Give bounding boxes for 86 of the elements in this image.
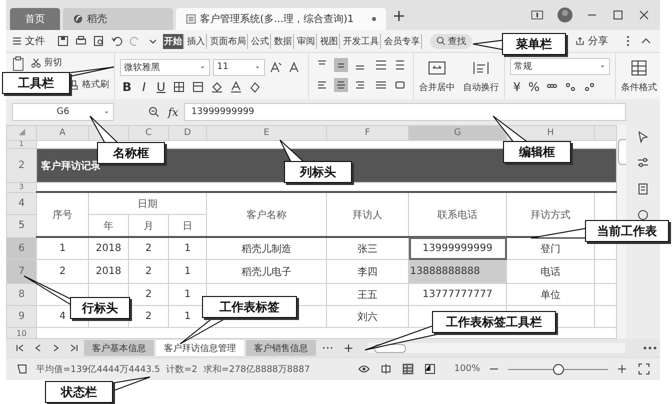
- add-sheet-button[interactable]: +: [339, 341, 358, 355]
- underline-button[interactable]: U: [154, 80, 168, 94]
- row-header[interactable]: 5: [6, 214, 36, 237]
- table-cell: 1: [59, 243, 66, 254]
- callout-label: 名称框: [97, 142, 165, 164]
- table-cell: 2: [145, 243, 152, 254]
- table-cell: 2018: [96, 266, 122, 277]
- share-button[interactable]: 分享: [575, 34, 608, 48]
- table-cell: 1: [184, 289, 191, 300]
- table-cell: 李四: [358, 266, 378, 278]
- table-cell: 2: [145, 311, 152, 322]
- menu-tab[interactable]: 会员专享: [383, 34, 422, 48]
- document-tab[interactable]: 稻壳: [63, 8, 173, 30]
- callout-label: 编辑框: [503, 141, 571, 163]
- percent-button[interactable]: %: [527, 80, 541, 94]
- merge-center-button[interactable]: 合并居中: [419, 58, 455, 94]
- count-text: 计数=2: [166, 364, 198, 376]
- table-cell: 2: [145, 266, 152, 277]
- menu-tab[interactable]: 开始: [163, 34, 184, 48]
- table-cell: 4: [59, 311, 66, 322]
- callout-label: 状态栏: [45, 381, 113, 403]
- menu-tab[interactable]: 插入: [186, 34, 207, 48]
- column-header[interactable]: A: [36, 126, 88, 140]
- cut-button[interactable]: 剪切: [31, 56, 109, 69]
- sheet-tab[interactable]: 客户基本信息: [84, 340, 154, 356]
- table-cell: 1: [184, 266, 191, 277]
- row-header[interactable]: 10: [6, 328, 36, 338]
- font-dropdown[interactable]: 微软雅黑: [120, 58, 210, 76]
- table-cell: 登门: [540, 244, 560, 254]
- menu-tab[interactable]: 开发工具: [342, 34, 381, 48]
- table-cell: 王五: [358, 290, 378, 300]
- column-header[interactable]: F: [326, 126, 408, 140]
- table-cell: 刘六: [358, 312, 378, 322]
- average-text: 平均值=139亿4444万4443.5: [36, 364, 160, 376]
- new-tab-button[interactable]: +: [389, 3, 409, 27]
- row-header[interactable]: 8: [6, 284, 36, 306]
- number-format-dropdown[interactable]: 常规: [510, 58, 610, 75]
- table-cell: 1: [184, 243, 191, 254]
- menu-tab[interactable]: 视图: [319, 34, 340, 48]
- sum-text: 求和=278亿8888万8887: [203, 364, 310, 376]
- menu-tab[interactable]: 页面布局: [209, 34, 248, 48]
- font-size-dropdown[interactable]: 11: [213, 58, 265, 76]
- menu-tab[interactable]: 审阅: [296, 34, 317, 48]
- table-cell: 2: [59, 266, 66, 277]
- italic-button[interactable]: I: [137, 80, 151, 94]
- column-header[interactable]: C: [128, 126, 168, 140]
- row-header[interactable]: 2: [6, 148, 36, 182]
- table-cell: 13777777777: [422, 289, 492, 300]
- selected-cell[interactable]: 13888888888: [409, 260, 506, 283]
- table-header-cell: 日期: [88, 192, 206, 214]
- table-cell: 13888888888: [410, 266, 480, 277]
- name-box[interactable]: G6: [12, 103, 114, 121]
- conditional-format-button[interactable]: 条件格式: [621, 58, 657, 94]
- table-cell: 2: [145, 289, 152, 300]
- more-sheets-button[interactable]: ···: [318, 341, 338, 355]
- callout-label: 工作表标签工具栏: [432, 311, 556, 333]
- menu-tab[interactable]: 数据: [273, 34, 294, 48]
- document-tab[interactable]: 首页: [10, 8, 60, 30]
- menu-tab[interactable]: 公式: [250, 34, 271, 48]
- table-cell: 13999999999: [422, 243, 492, 254]
- function-label[interactable]: fx: [168, 106, 178, 118]
- column-header[interactable]: E: [206, 126, 326, 140]
- table-header-cell: 客户名称: [206, 192, 326, 237]
- row-header[interactable]: 9: [6, 306, 36, 328]
- selected-cell[interactable]: 13999999999: [408, 237, 506, 260]
- row-header[interactable]: 4: [6, 192, 36, 214]
- callout-label: 工作表标签: [202, 296, 297, 318]
- sheet-tab[interactable]: 客户销售信息: [246, 340, 316, 356]
- table-cell: 2018: [96, 243, 122, 254]
- search-button[interactable]: 查找: [430, 34, 472, 48]
- bold-button[interactable]: B: [120, 80, 134, 94]
- table-cell: 1: [184, 311, 191, 322]
- file-menu-button[interactable]: 文件: [12, 34, 45, 48]
- sheet-tab[interactable]: 客户拜访信息管理: [156, 340, 244, 356]
- table-cell: 稻壳儿电子: [242, 266, 292, 278]
- document-tab[interactable]: 客户管理系统(多...理，综合查询)1: [176, 8, 386, 30]
- column-header[interactable]: H: [506, 126, 594, 140]
- zoom-level-text[interactable]: 100%: [454, 364, 480, 374]
- callout-label: 行标头: [70, 297, 130, 319]
- table-cell: 张三: [358, 244, 378, 254]
- table-cell: 单位: [540, 290, 560, 300]
- column-header[interactable]: D: [168, 126, 206, 140]
- table-cell: 电话: [540, 266, 560, 278]
- currency-button[interactable]: ¥: [510, 80, 524, 94]
- table-cell: 稻壳儿制造: [242, 244, 292, 254]
- wrap-text-button[interactable]: 自动换行: [463, 58, 499, 94]
